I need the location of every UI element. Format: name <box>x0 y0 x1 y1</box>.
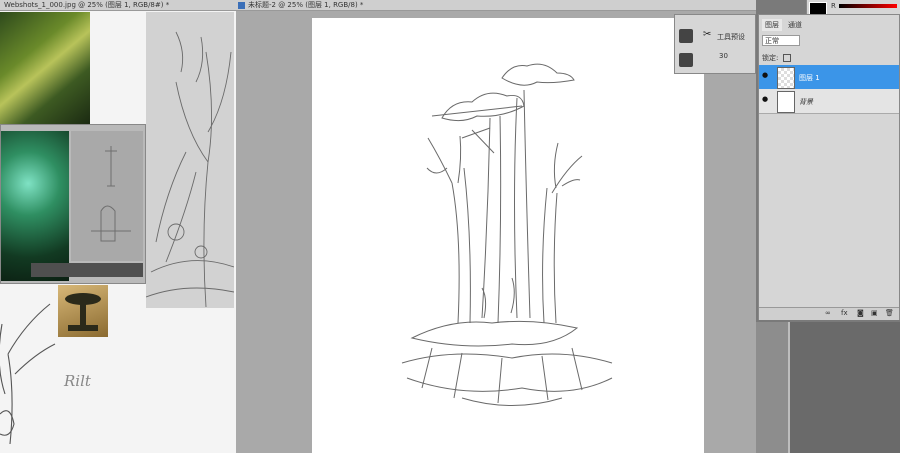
pencil-tree-study <box>146 12 234 308</box>
link-layers-icon[interactable]: ∞ <box>825 309 831 317</box>
artist-signature: Rilt <box>64 372 91 390</box>
layers-panel[interactable]: 图层 通道 正常 锁定: ● 图层 1 ● 背景 ∞ fx ◙ ▣ 🗑 <box>758 14 900 320</box>
concept-art-statusbar <box>31 263 143 277</box>
blend-mode-select[interactable]: 正常 <box>762 35 800 46</box>
branch-sketch <box>0 284 60 444</box>
channel-r-slider[interactable] <box>839 4 897 8</box>
layer-name[interactable]: 图层 1 <box>799 73 820 83</box>
layer-thumbnail <box>777 91 795 113</box>
layer-style-icon[interactable]: fx <box>841 309 848 317</box>
sketch-panel <box>71 131 143 261</box>
main-document-tab[interactable]: 未标题-2 @ 25% (图层 1, RGB/8) * <box>236 0 756 11</box>
visibility-eye-icon[interactable]: ● <box>762 95 768 103</box>
visibility-eye-icon[interactable]: ● <box>762 71 768 79</box>
reference-document-tab[interactable]: Webshots_1_000.jpg @ 25% (图层 1, RGB/8#) … <box>0 0 236 11</box>
forest-photo <box>0 12 90 124</box>
concept-art-window[interactable] <box>0 124 146 284</box>
new-layer-icon[interactable]: ▣ <box>871 309 878 317</box>
delete-layer-icon[interactable]: 🗑 <box>885 309 894 317</box>
tab-channels[interactable]: 通道 <box>785 19 805 31</box>
scissors-icon[interactable]: ✂ <box>703 29 711 40</box>
tool-presets-label: 工具预设 <box>717 33 745 41</box>
reference-document-title: Webshots_1_000.jpg @ 25% (图层 1, RGB/8#) … <box>4 1 170 9</box>
layers-bottom-toolbar: ∞ fx ◙ ▣ 🗑 <box>759 307 899 320</box>
panel-divider[interactable] <box>756 322 790 453</box>
tree-trunk <box>481 115 502 324</box>
layer-name[interactable]: 背景 <box>799 97 813 107</box>
reference-document-window[interactable]: Webshots_1_000.jpg @ 25% (图层 1, RGB/8#) … <box>0 0 236 453</box>
concept-art-image <box>1 131 69 281</box>
bonsai-thumbnail <box>58 285 108 337</box>
document-icon <box>238 2 245 9</box>
main-document-title: 未标题-2 @ 25% (图层 1, RGB/8) * <box>248 1 364 9</box>
canopy <box>501 63 575 86</box>
drawing-canvas[interactable] <box>312 18 704 453</box>
lock-label: 锁定: <box>762 54 779 62</box>
workspace-background <box>790 322 900 453</box>
brush-size-value: 30 <box>719 52 728 60</box>
add-mask-icon[interactable]: ◙ <box>857 309 864 317</box>
lock-icon[interactable] <box>783 54 791 62</box>
tool-presets-icon[interactable] <box>679 29 693 43</box>
layer-row-selected[interactable]: ● 图层 1 <box>759 65 899 89</box>
channel-r-label: R <box>831 2 836 10</box>
layer-row[interactable]: ● 背景 <box>759 89 899 114</box>
layer-thumbnail <box>777 67 795 89</box>
tool-presets-panel[interactable]: ✂ 工具预设 30 <box>674 14 756 74</box>
brush-icon[interactable] <box>679 53 693 67</box>
tab-layers[interactable]: 图层 <box>762 19 782 31</box>
